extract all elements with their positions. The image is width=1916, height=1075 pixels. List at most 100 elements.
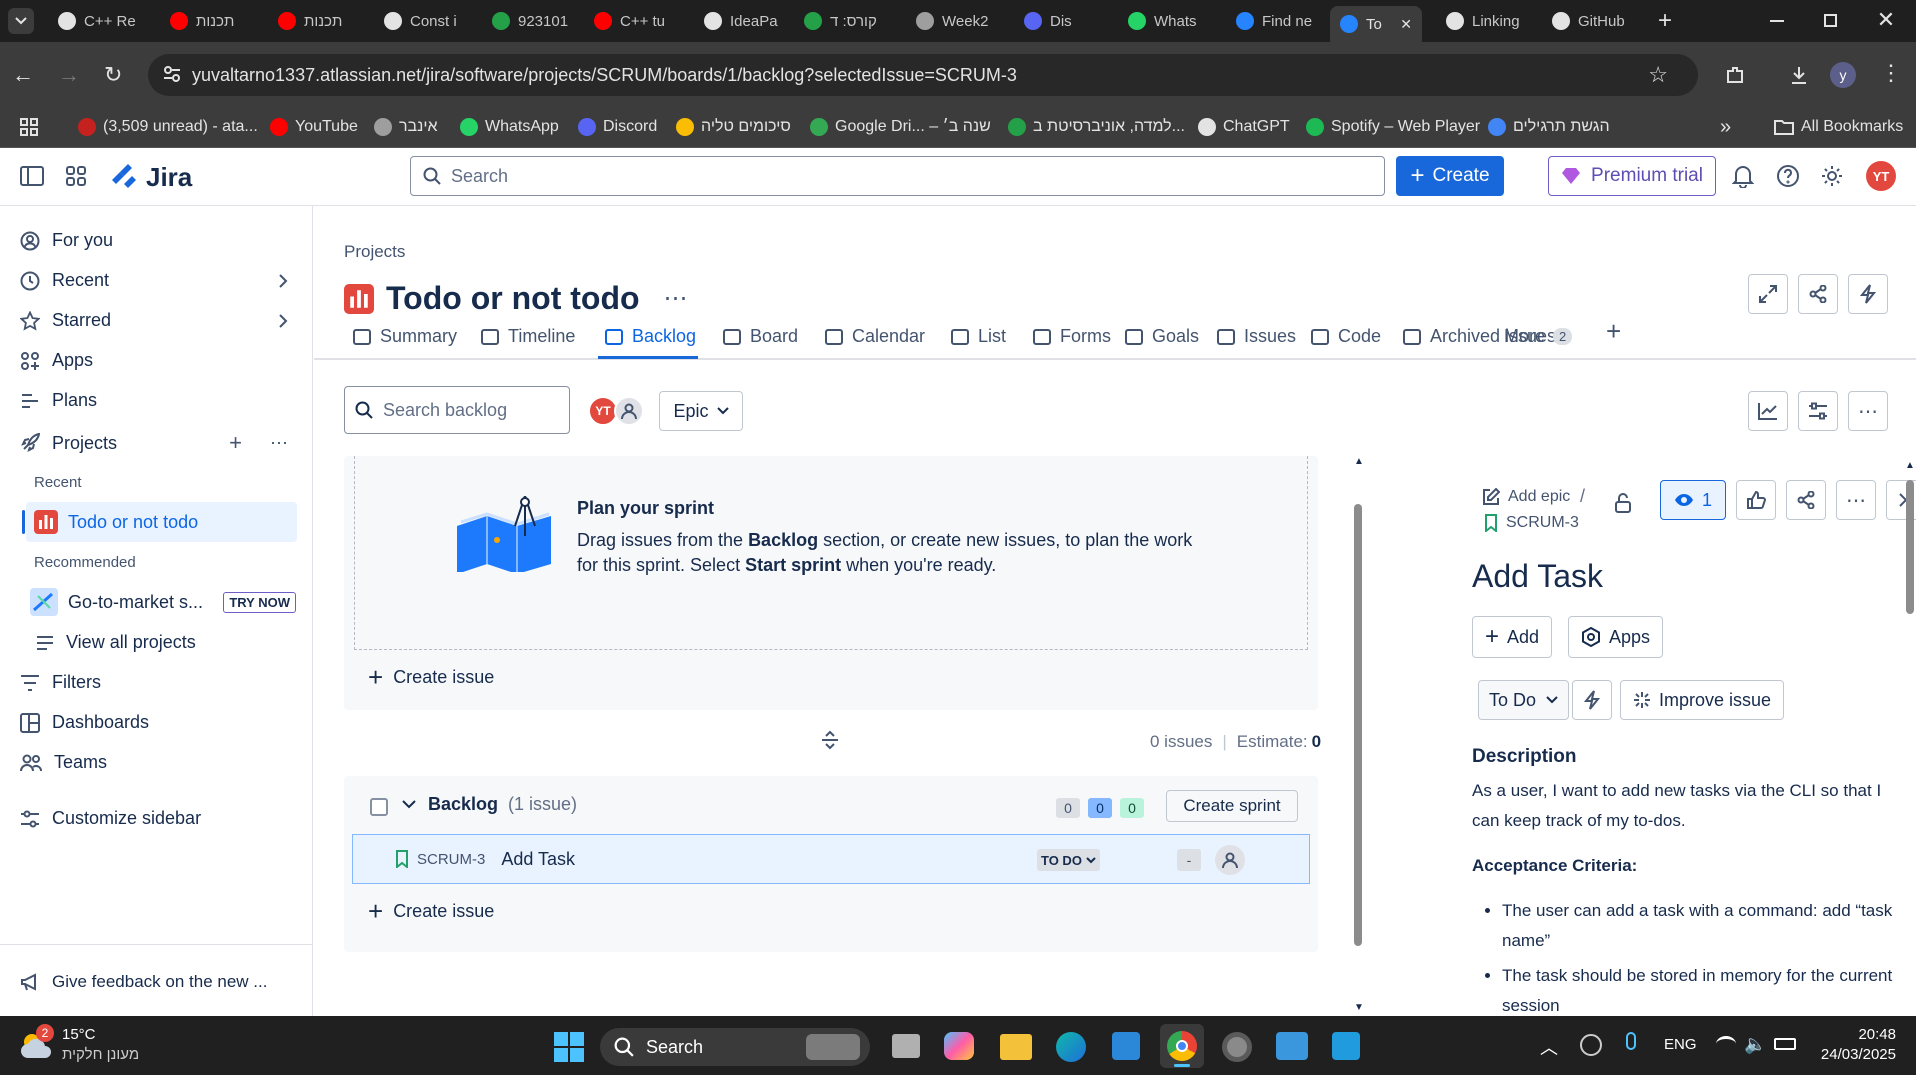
chevron-right-icon[interactable] (278, 313, 288, 329)
forward-icon[interactable]: → (58, 62, 80, 88)
close-tab-icon[interactable]: ✕ (1400, 16, 1412, 33)
sync-icon[interactable] (1580, 1034, 1602, 1056)
language-indicator[interactable]: ENG (1664, 1036, 1697, 1053)
download-icon[interactable] (1786, 62, 1812, 88)
browser-tab[interactable]: GitHub (1542, 6, 1642, 36)
fullscreen-button[interactable] (1748, 274, 1788, 314)
tab-forms[interactable]: Forms (1032, 326, 1111, 347)
issue-estimate[interactable]: - (1177, 849, 1201, 871)
collapse-sidebar-icon[interactable] (20, 166, 44, 186)
settings-gear-icon[interactable] (1820, 164, 1844, 188)
bookmark-item[interactable]: הגשת תרגילים (1488, 118, 1610, 136)
bookmark-item[interactable]: אינבר (374, 118, 438, 136)
chrome-taskbar-active[interactable] (1160, 1024, 1204, 1068)
detail-automation-button[interactable] (1572, 680, 1612, 720)
sidebar-item-customize[interactable]: Customize sidebar (20, 808, 201, 829)
give-feedback-link[interactable]: Give feedback on the new ... (20, 972, 267, 992)
tab-backlog[interactable]: Backlog (604, 326, 696, 347)
browser-tab[interactable]: 923101 (482, 6, 576, 36)
apps-grid-icon[interactable] (20, 118, 38, 136)
add-button[interactable]: + Add (1472, 616, 1553, 658)
status-dropdown[interactable]: To Do (1478, 680, 1570, 720)
issue-status-dropdown[interactable]: TO DO (1037, 849, 1100, 871)
minimize-icon[interactable] (1770, 20, 1784, 22)
browser-tab[interactable]: Whats (1118, 6, 1218, 36)
sidebar-item-filters[interactable]: Filters (20, 672, 101, 693)
bookmark-item[interactable]: ChatGPT (1198, 118, 1290, 136)
browser-tab[interactable]: C++ tu (584, 6, 684, 36)
browser-tab[interactable]: To ✕ (1330, 6, 1422, 42)
sidebar-item-projects[interactable]: Projects + ⋯ (20, 430, 288, 456)
scroll-thumb[interactable] (1906, 480, 1914, 614)
user-avatar[interactable]: YT (1866, 161, 1896, 191)
backlog-search-input[interactable]: Search backlog (344, 386, 570, 434)
browser-tab[interactable]: תכנות (160, 6, 260, 36)
back-icon[interactable]: ← (12, 62, 34, 88)
tray-overflow-icon[interactable]: ︿ (1540, 1034, 1558, 1060)
close-window-icon[interactable]: ✕ (1874, 7, 1898, 32)
resize-handle-icon[interactable] (820, 730, 840, 750)
vote-button[interactable] (1736, 480, 1776, 520)
remote-desktop-icon[interactable] (1276, 1032, 1308, 1060)
tab-timeline[interactable]: Timeline (480, 326, 575, 347)
scroll-thumb[interactable] (1354, 504, 1362, 946)
bookmark-item[interactable]: (3,509 unread) - ata... (78, 118, 258, 136)
backlog-create-issue[interactable]: + Create issue (368, 898, 494, 924)
browser-tab[interactable]: Dis (1014, 6, 1110, 36)
unassigned-filter-avatar[interactable] (614, 396, 644, 426)
notifications-icon[interactable] (1732, 164, 1754, 188)
taskbar-search[interactable]: Search (600, 1028, 870, 1066)
file-explorer-icon[interactable] (1000, 1034, 1032, 1060)
sidebar-item-for-you[interactable]: For you (20, 230, 113, 251)
profile-avatar[interactable]: y (1830, 62, 1856, 88)
bookmark-item[interactable]: WhatsApp (460, 118, 559, 136)
tab-search-button[interactable] (8, 8, 34, 34)
global-search-input[interactable]: Search (410, 156, 1385, 196)
premium-trial-button[interactable]: Premium trial (1548, 156, 1716, 196)
issue-assignee-avatar[interactable] (1215, 845, 1245, 875)
tab-board[interactable]: Board (722, 326, 798, 347)
collapse-chevron-icon[interactable] (402, 800, 416, 810)
sidebar-item-plans[interactable]: Plans (20, 390, 97, 411)
clock[interactable]: 20:48 24/03/2025 (1816, 1026, 1896, 1063)
tab-goals[interactable]: Goals (1124, 326, 1199, 347)
reload-icon[interactable]: ↻ (104, 62, 122, 88)
sidebar-item-dashboards[interactable]: Dashboards (20, 712, 149, 733)
store-icon[interactable] (1112, 1032, 1140, 1060)
sidebar-recommended-project[interactable]: Go-to-market s... TRY NOW (30, 588, 296, 616)
tab-calendar[interactable]: Calendar (824, 326, 925, 347)
app-switcher-icon[interactable] (66, 166, 86, 186)
view-settings-button[interactable] (1798, 391, 1838, 431)
microphone-icon[interactable] (1626, 1032, 1636, 1050)
view-all-projects[interactable]: View all projects (36, 632, 196, 653)
volume-icon[interactable]: 🔈 (1744, 1034, 1766, 1055)
create-button[interactable]: + Create (1396, 156, 1504, 196)
bookmark-item[interactable]: YouTube (270, 118, 358, 136)
browser-tab[interactable]: קורס: ד (794, 6, 898, 36)
apps-button[interactable]: Apps (1568, 616, 1664, 658)
tab-summary[interactable]: Summary (352, 326, 457, 347)
all-bookmarks[interactable]: All Bookmarks (1774, 118, 1903, 136)
settings-app-icon[interactable] (1222, 1032, 1252, 1062)
backlog-more-button[interactable]: ⋯ (1848, 391, 1888, 431)
browser-tab[interactable]: תכנות (268, 6, 368, 36)
bookmark-item[interactable]: Google Dri... – שנה ב׳ (810, 118, 991, 136)
issue-key[interactable]: SCRUM-3 (417, 851, 485, 868)
maximize-icon[interactable] (1824, 14, 1837, 27)
backlog-select-checkbox[interactable] (370, 798, 388, 816)
app-icon[interactable] (1332, 1032, 1360, 1060)
browser-tab[interactable]: IdeaPa (694, 6, 786, 36)
tab-issues[interactable]: Issues (1216, 326, 1296, 347)
battery-icon[interactable] (1774, 1038, 1796, 1050)
add-project-icon[interactable]: + (229, 430, 242, 456)
scroll-up-arrow[interactable]: ▲ (1905, 460, 1915, 471)
browser-tab[interactable]: Week2 (906, 6, 1006, 36)
issue-row[interactable]: SCRUM-3 Add Task TO DO - (352, 834, 1310, 884)
sidebar-project-todo[interactable]: Todo or not todo (22, 502, 297, 542)
bookmark-star-icon[interactable]: ☆ (1648, 62, 1668, 88)
browser-menu-icon[interactable]: ⋮ (1880, 60, 1902, 86)
backlog-scrollbar[interactable]: ▲ ▼ (1352, 456, 1364, 1016)
sprint-create-issue[interactable]: + Create issue (368, 664, 494, 690)
detail-share-button[interactable] (1786, 480, 1826, 520)
scroll-up-arrow[interactable]: ▲ (1354, 456, 1364, 467)
